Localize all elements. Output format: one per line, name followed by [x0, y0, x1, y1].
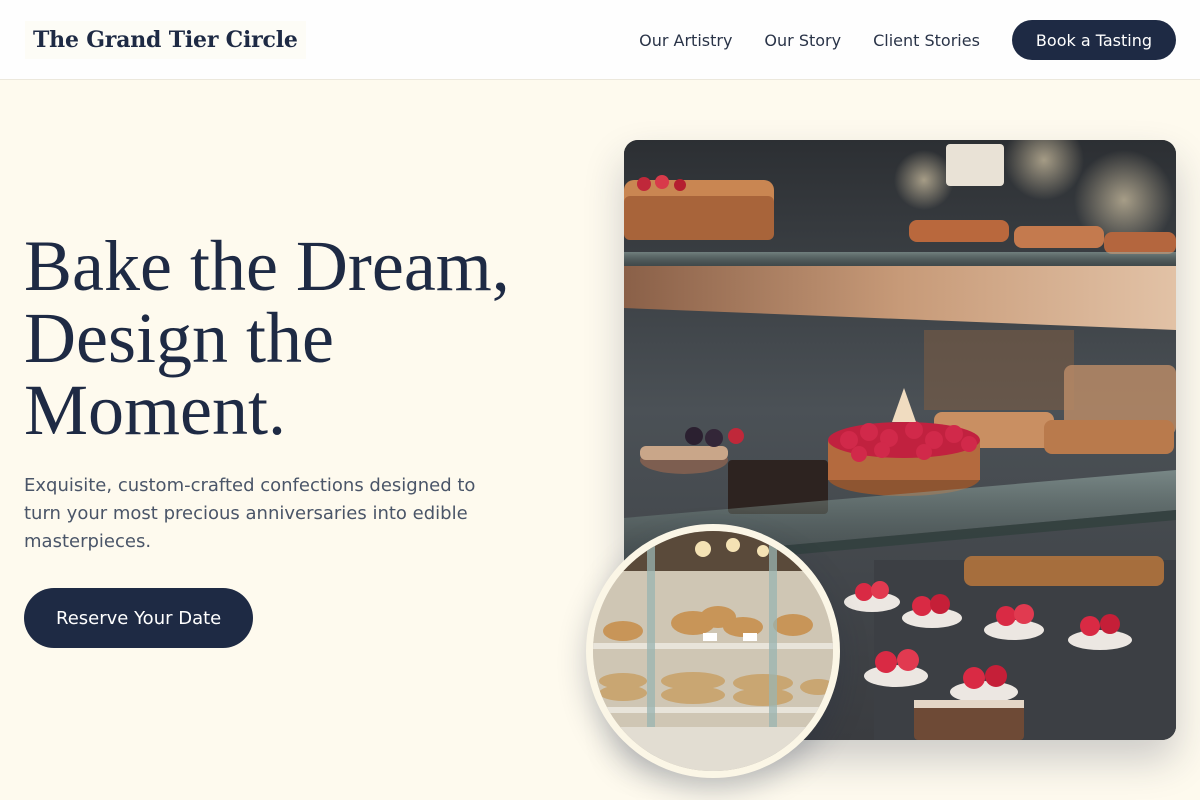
hero-title: Bake the Dream, Design the Moment.	[24, 230, 584, 446]
nav-link-our-story[interactable]: Our Story	[764, 31, 841, 50]
site-header: The Grand Tier Circle Our Artistry Our S…	[0, 0, 1200, 80]
brand-logo[interactable]: The Grand Tier Circle	[25, 21, 306, 59]
book-tasting-button[interactable]: Book a Tasting	[1011, 20, 1176, 60]
reserve-date-button[interactable]: Reserve Your Date	[24, 588, 254, 648]
hero-title-line: Design the	[24, 298, 334, 378]
hero-title-line: Moment.	[24, 370, 286, 450]
main-nav: Our Artistry Our Story Client Stories Bo…	[639, 20, 1176, 60]
pastry-shelves-illustration	[593, 531, 833, 771]
hero-title-line: Bake the Dream,	[24, 226, 510, 306]
hero-subtitle: Exquisite, custom-crafted confections de…	[24, 475, 476, 552]
pastry-shelves-photo	[586, 524, 840, 778]
nav-link-client-stories[interactable]: Client Stories	[873, 31, 980, 50]
nav-link-our-artistry[interactable]: Our Artistry	[639, 31, 732, 50]
